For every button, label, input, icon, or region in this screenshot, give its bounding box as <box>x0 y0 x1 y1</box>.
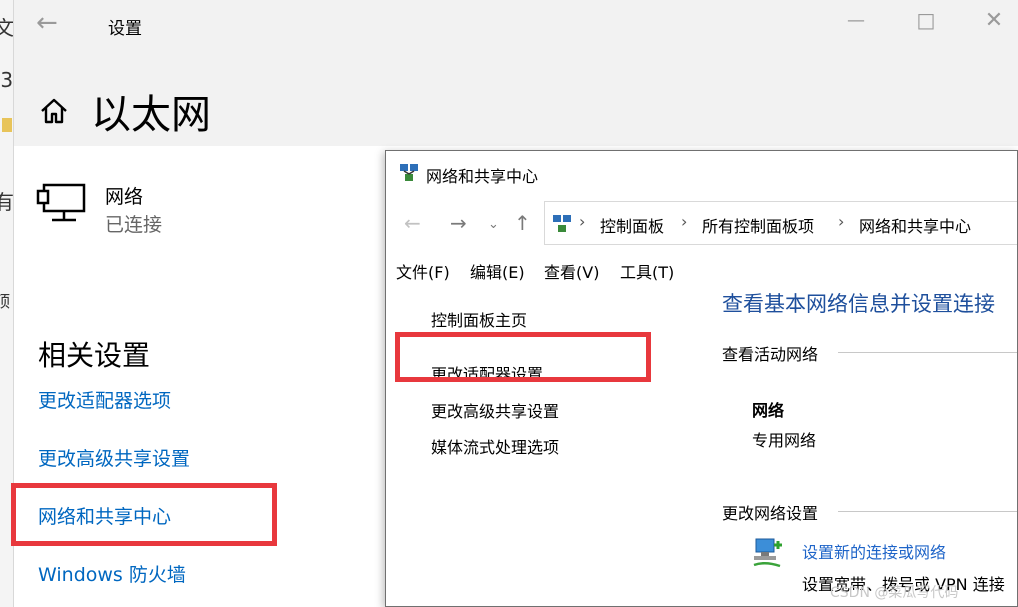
highlight-box <box>395 332 651 382</box>
network-center-icon <box>400 164 418 181</box>
active-networks-heading: 查看活动网络 <box>722 345 819 364</box>
network-name: 网络 <box>105 186 144 208</box>
page-title: 以太网 <box>91 92 211 138</box>
related-settings-heading: 相关设置 <box>38 339 151 372</box>
control-panel-home-link[interactable]: 控制面板主页 <box>431 307 527 331</box>
network-sharing-center-window: 网络和共享中心 ← → ⌄ ↑ › 控制面板 › 所有控制面板项 › 网络和共享… <box>385 150 1018 607</box>
setup-new-connection-link[interactable]: 设置新的连接或网络 <box>802 539 946 563</box>
section-divider <box>838 511 1017 512</box>
active-network-name: 网络 <box>752 401 785 420</box>
close-icon[interactable]: ✕ <box>982 8 1006 33</box>
ethernet-computer-icon <box>36 183 86 222</box>
nsc-main-title: 查看基本网络信息并设置连接 <box>722 292 995 316</box>
forward-arrow-icon[interactable]: → <box>450 211 467 235</box>
breadcrumb-item[interactable]: 网络和共享中心 <box>859 213 971 237</box>
breadcrumb-item[interactable]: 控制面板 <box>600 213 664 237</box>
back-arrow-icon[interactable]: ← <box>404 211 421 235</box>
new-connection-icon <box>753 538 782 568</box>
windows-firewall-link[interactable]: Windows 防火墙 <box>38 560 186 587</box>
chevron-down-icon[interactable]: ⌄ <box>488 213 499 237</box>
menu-edit[interactable]: 编辑(E) <box>470 259 525 283</box>
back-arrow-icon[interactable]: ← <box>36 8 58 38</box>
breadcrumb-item[interactable]: 所有控制面板项 <box>702 213 814 237</box>
menu-view[interactable]: 查看(V) <box>544 259 599 283</box>
background-text-fragment: 有 <box>0 186 13 215</box>
menu-file[interactable]: 文件(F) <box>396 259 450 283</box>
section-divider <box>838 352 1017 353</box>
media-streaming-options-link[interactable]: 媒体流式处理选项 <box>431 434 559 458</box>
background-text-fragment: 顶 <box>0 288 10 312</box>
menu-tools[interactable]: 工具(T) <box>620 259 674 283</box>
minimize-icon[interactable]: — <box>844 10 868 31</box>
change-advanced-sharing-link[interactable]: 更改高级共享设置 <box>431 398 559 422</box>
address-bar[interactable]: › 控制面板 › 所有控制面板项 › 网络和共享中心 <box>544 201 1017 245</box>
background-text-fragment: .3 <box>0 68 14 92</box>
maximize-icon[interactable]: □ <box>914 8 938 32</box>
control-panel-icon <box>553 215 571 232</box>
chevron-right-icon: › <box>838 212 845 231</box>
chevron-right-icon: › <box>579 212 586 231</box>
change-network-settings-heading: 更改网络设置 <box>722 504 819 523</box>
watermark: CSDN @菜瓜写代码 <box>830 585 959 601</box>
settings-window-title: 设置 <box>108 19 142 39</box>
highlight-box <box>11 483 277 546</box>
nsc-window-title: 网络和共享中心 <box>426 167 539 186</box>
change-adapter-options-link[interactable]: 更改适配器选项 <box>38 386 171 413</box>
home-icon[interactable] <box>38 95 70 127</box>
up-arrow-icon[interactable]: ↑ <box>514 211 531 235</box>
active-network-type: 专用网络 <box>752 431 817 450</box>
folder-icon <box>2 118 12 132</box>
chevron-right-icon: › <box>681 212 688 231</box>
change-advanced-sharing-link[interactable]: 更改高级共享设置 <box>38 444 190 471</box>
network-status: 已连接 <box>105 214 163 236</box>
background-text-fragment: 文 <box>0 12 13 41</box>
